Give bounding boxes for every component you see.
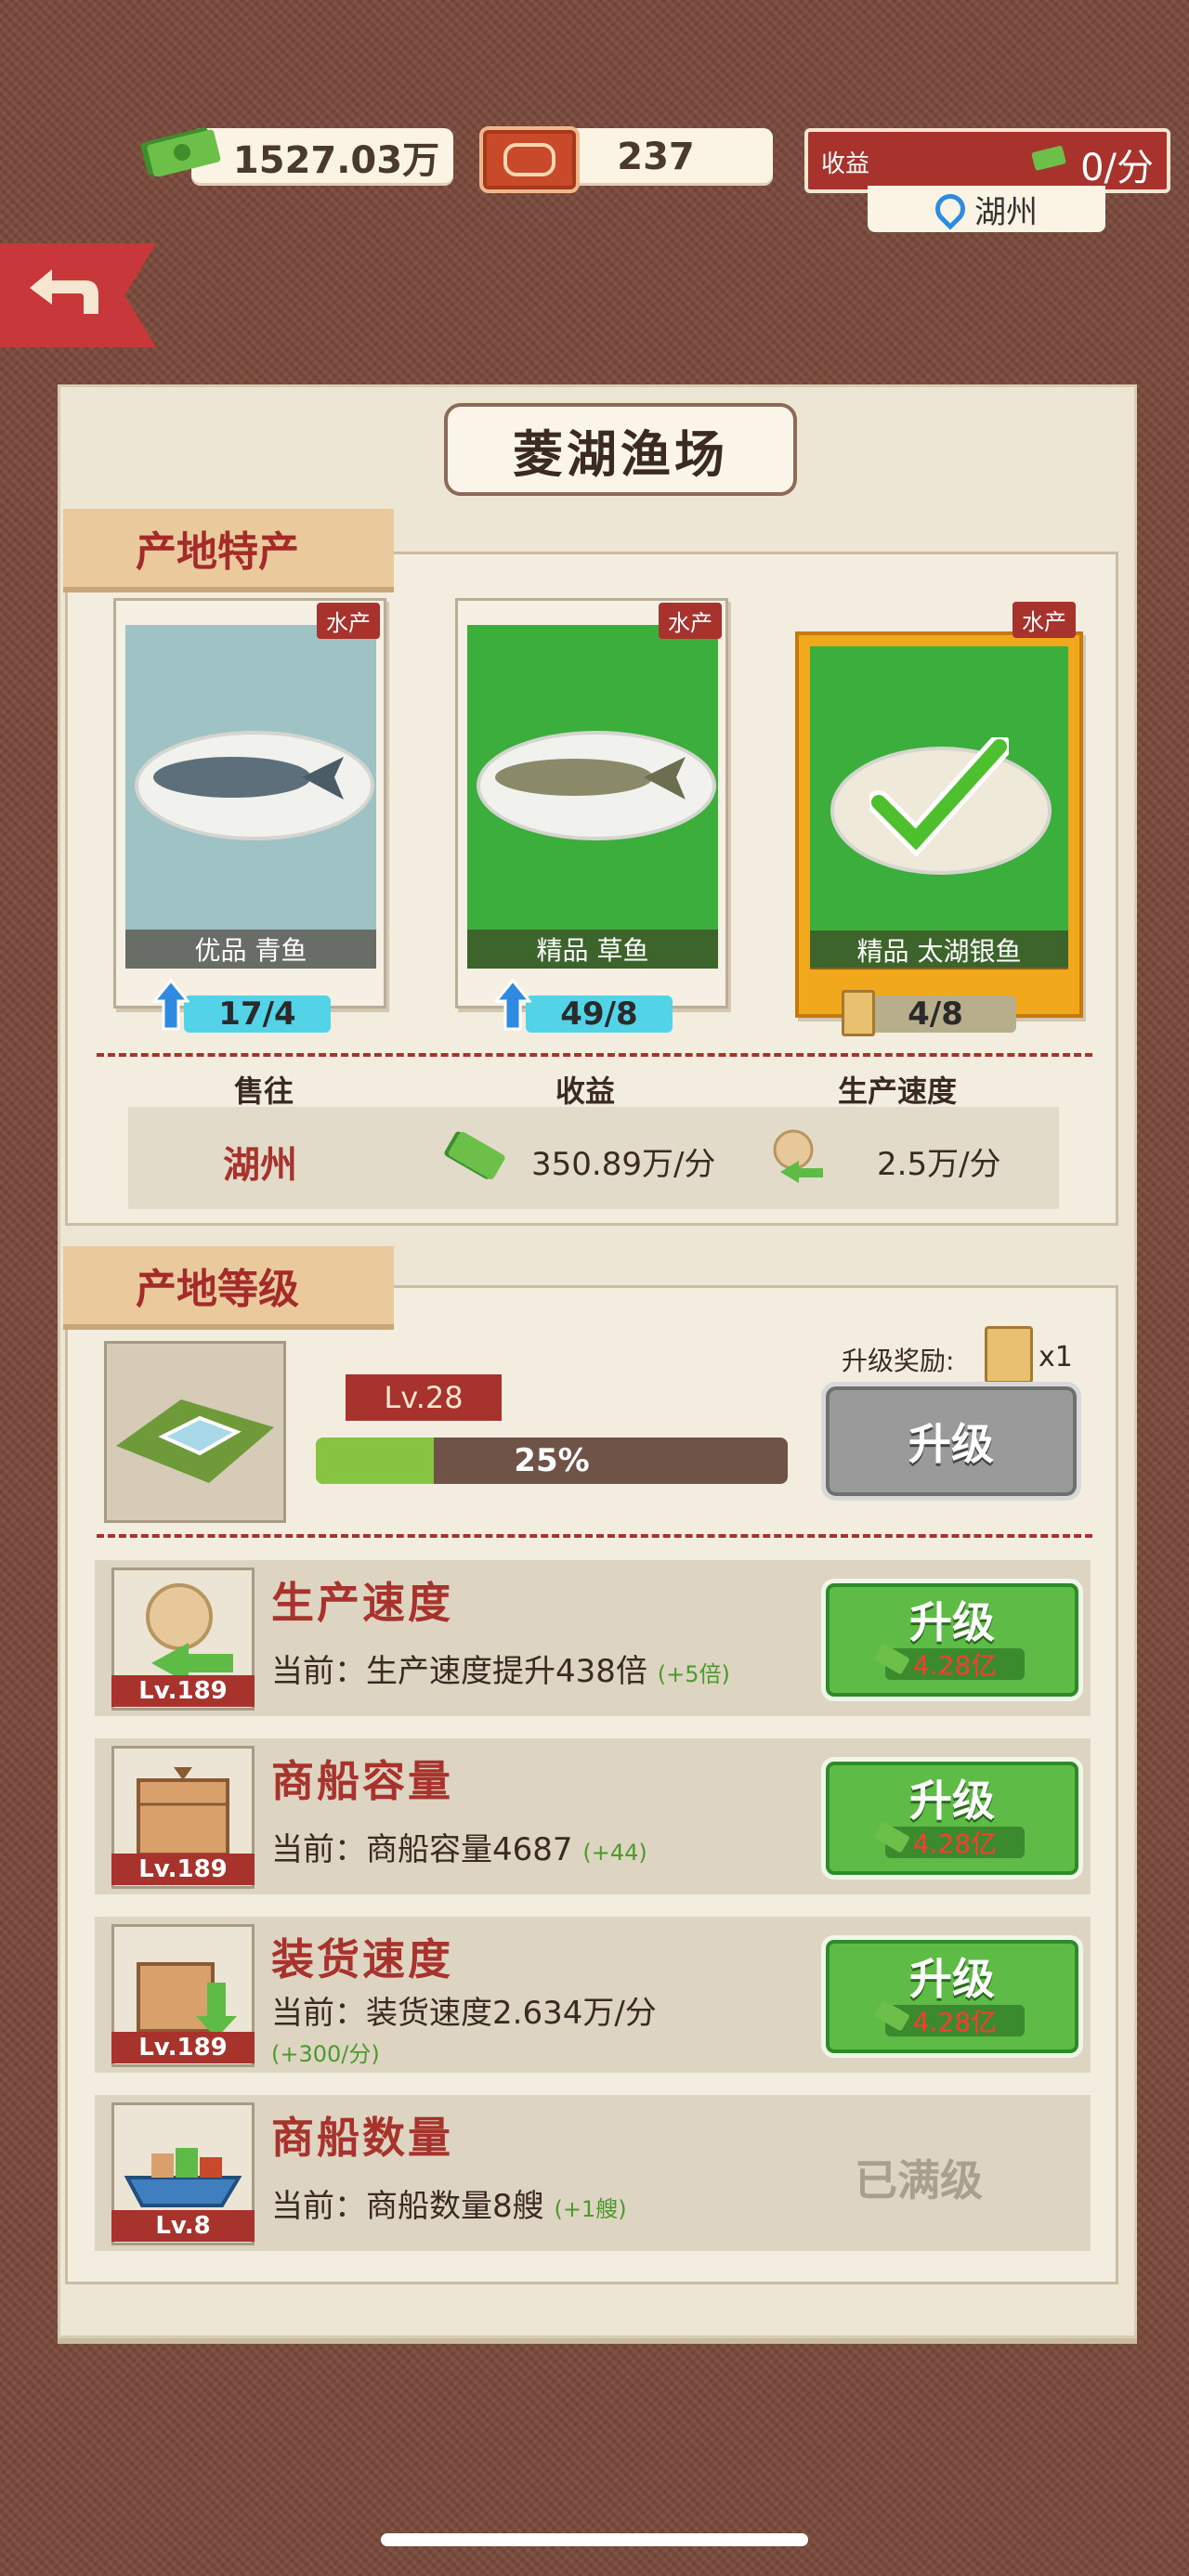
reward-ticket-icon [842,990,875,1036]
reward-count: x1 [1039,1341,1073,1373]
product-count: 49/8 [526,995,673,1033]
fish-icon [153,757,344,800]
panel-title: 菱湖渔场 [444,403,797,496]
category-tag: 水产 [659,603,722,639]
header-speed: 生产速度 [838,1073,958,1109]
product-count: 17/4 [184,995,331,1033]
level-badge: Lv.28 [346,1374,502,1421]
upgrade-level: Lv.189 [111,2032,255,2063]
home-indicator [381,2533,808,2546]
money-value: 1527.03万 [232,139,440,182]
product-name: 优品 青鱼 [125,930,376,969]
upgrade-arrow-icon [494,979,531,1031]
reward-label: 升级奖励: [842,1346,955,1376]
upgrade-capacity-button[interactable]: 升级 4.28亿 [821,1757,1083,1880]
upgrade-button-label: 升级 [909,1776,995,1826]
income-stat: 350.89万/分 [531,1146,716,1183]
speed-stat: 2.5万/分 [877,1146,1001,1183]
upgrade-arrow-icon [152,979,189,1031]
product-card-caoyu[interactable]: 水产 精品 草鱼 [455,598,728,1008]
upgrade-level: Lv.189 [111,1675,255,1707]
cash-icon [444,1131,505,1179]
money-display: 1527.03万 [191,128,453,186]
upgrade-desc: 当前：生产速度提升438倍 (+5倍) [271,1653,730,1690]
upgrade-button-label: 升级 [909,1597,995,1647]
cash-icon [874,1823,909,1853]
reward-ticket-icon [985,1326,1033,1384]
income-value: 0/分 [1080,147,1154,189]
upgrade-desc: 当前：商船数量8艘 (+1艘) [271,2188,627,2225]
upgrade-farm-button[interactable]: 升级 [821,1382,1081,1501]
upgrade-desc: 当前：装货速度2.634万/分 (+300/分) [271,1995,657,2067]
upgrade-loading-button[interactable]: 升级 4.28亿 [821,1935,1083,2058]
upgrade-title: 商船容量 [271,1756,453,1806]
upgrade-row-ships: Lv.8 商船数量 当前：商船数量8艘 (+1艘) 已满级 [95,2095,1091,2251]
check-icon [869,737,1009,857]
cash-icon [140,127,221,176]
product-name: 精品 草鱼 [467,930,718,969]
divider [97,1534,1092,1538]
destination-value: 湖州 [223,1144,297,1187]
income-box: 收益 0/分 [804,128,1170,193]
location-pin-icon [929,188,972,230]
specialty-tab: 产地特产 [63,509,394,587]
upgrade-level: Lv.8 [111,2210,255,2242]
upgrade-button-label: 升级 [909,1954,995,2004]
upgrade-level: Lv.189 [111,1854,255,1885]
production-speed-icon [773,1129,823,1183]
level-progress-text: 25% [514,1442,590,1479]
header-destination: 售往 [234,1073,294,1109]
back-button[interactable] [0,243,156,347]
product-card-yinyu[interactable]: 水产 精品 太湖银鱼 [795,602,1083,1018]
cash-icon [1031,146,1066,171]
category-tag: 水产 [1013,602,1076,638]
back-arrow-icon [30,269,98,314]
product-name: 精品 太湖银鱼 [810,930,1068,969]
upgrade-desc: 当前：商船容量4687 (+44) [271,1831,647,1868]
level-tab: 产地等级 [63,1246,394,1324]
fish-pond-icon [116,1399,274,1483]
divider [97,1053,1092,1057]
fish-icon [495,757,686,800]
ticket-icon [479,126,580,193]
cash-icon [874,2001,909,2031]
upgrade-production-button[interactable]: 升级 4.28亿 [821,1579,1083,1701]
category-tag: 水产 [317,603,380,639]
product-count: 4/8 [855,995,1016,1033]
upgrade-title: 装货速度 [271,1934,453,1984]
upgrade-title: 商船数量 [271,2113,453,2163]
product-card-qingyu[interactable]: 水产 优品 青鱼 [113,598,386,1008]
location-button[interactable]: 湖州 [868,186,1105,232]
farm-thumbnail [104,1341,286,1523]
cash-icon [874,1645,909,1674]
income-label: 收益 [821,150,870,178]
location-name: 湖州 [974,193,1038,231]
upgrade-title: 生产速度 [271,1578,453,1628]
max-level-label: 已满级 [855,2155,983,2205]
header-income: 收益 [555,1073,616,1109]
ticket-value: 237 [617,136,695,178]
